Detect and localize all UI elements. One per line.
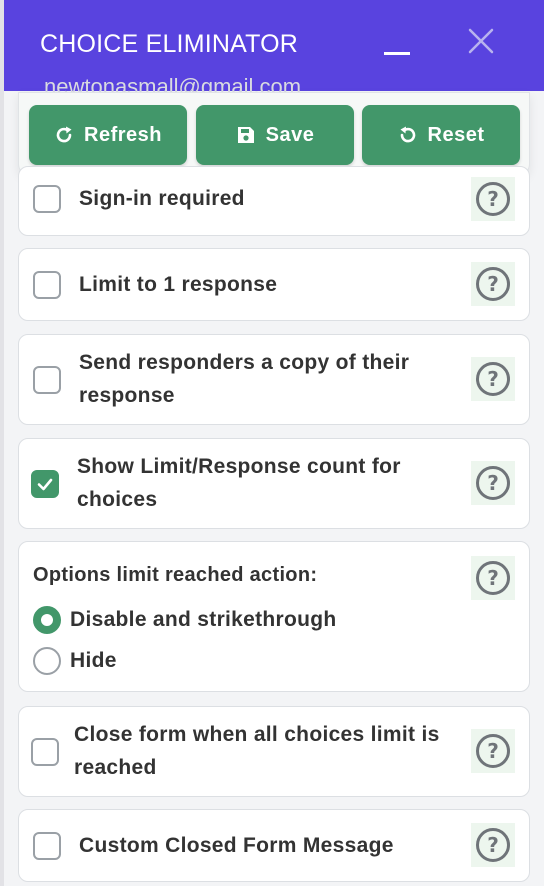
refresh-label: Refresh xyxy=(84,123,162,146)
help-circle-icon[interactable]: ? xyxy=(471,357,515,401)
show-count-checkbox[interactable] xyxy=(31,470,59,498)
help-circle-icon[interactable]: ? xyxy=(471,461,515,505)
close-icon[interactable] xyxy=(466,26,496,56)
refresh-icon xyxy=(56,126,72,143)
save-label: Save xyxy=(265,123,315,146)
setting-custom-closed-message: Custom Closed Form Message ? xyxy=(18,809,530,882)
setting-limit-one-response: Limit to 1 response ? xyxy=(18,248,530,321)
send-copy-checkbox[interactable] xyxy=(33,366,61,394)
limit-action-group: Options limit reached action: ? Disable … xyxy=(18,541,530,692)
setting-sign-in-required: Sign-in required ? xyxy=(18,166,530,236)
send-copy-label-line1: Send responders a copy of their xyxy=(79,351,410,374)
close-form-label-line2: reached xyxy=(74,756,157,779)
svg-text:?: ? xyxy=(487,272,499,296)
show-count-label-line1: Show Limit/Response count for xyxy=(77,455,401,478)
help-circle-icon[interactable]: ? xyxy=(471,177,515,221)
sign-in-label: Sign-in required xyxy=(79,187,245,210)
setting-close-form: Close form when all choices limit is rea… xyxy=(18,706,530,797)
reset-icon xyxy=(400,126,415,143)
custom-message-checkbox[interactable] xyxy=(33,832,61,860)
setting-send-copy: Send responders a copy of their response… xyxy=(18,334,530,425)
sign-in-checkbox[interactable] xyxy=(33,185,61,213)
svg-text:?: ? xyxy=(487,739,499,763)
minimize-icon[interactable] xyxy=(384,52,410,55)
close-form-checkbox[interactable] xyxy=(31,738,59,766)
help-circle-icon[interactable]: ? xyxy=(471,262,515,306)
refresh-button[interactable]: Refresh xyxy=(29,105,187,165)
extension-panel: CHOICE ELIMINATOR newtonasmall@gmail.com… xyxy=(4,0,544,886)
action-toolbar: Refresh Save Reset xyxy=(18,92,530,176)
svg-text:?: ? xyxy=(487,471,499,495)
svg-text:?: ? xyxy=(487,187,499,211)
svg-text:?: ? xyxy=(487,367,499,391)
help-circle-icon[interactable]: ? xyxy=(471,556,515,600)
radio-disable-label: Disable and strikethrough xyxy=(70,608,337,631)
svg-text:?: ? xyxy=(487,833,499,857)
save-icon xyxy=(237,127,254,143)
radio-hide[interactable] xyxy=(33,647,61,675)
show-count-label-line2: choices xyxy=(77,488,158,511)
custom-message-label: Custom Closed Form Message xyxy=(79,834,394,857)
limit-action-heading: Options limit reached action: xyxy=(33,564,318,586)
limit-one-checkbox[interactable] xyxy=(33,271,61,299)
svg-text:?: ? xyxy=(487,566,499,590)
panel-title: CHOICE ELIMINATOR xyxy=(40,30,299,58)
reset-button[interactable]: Reset xyxy=(362,105,520,165)
radio-disable-strikethrough[interactable] xyxy=(33,606,61,634)
save-button[interactable]: Save xyxy=(196,105,354,165)
send-copy-label-line2: response xyxy=(79,384,175,407)
limit-one-label: Limit to 1 response xyxy=(79,273,278,296)
radio-hide-label: Hide xyxy=(70,649,117,672)
help-circle-icon[interactable]: ? xyxy=(471,823,515,867)
setting-show-count: Show Limit/Response count for choices ? xyxy=(18,438,530,529)
help-circle-icon[interactable]: ? xyxy=(471,729,515,773)
reset-label: Reset xyxy=(427,123,485,146)
close-form-label-line1: Close form when all choices limit is xyxy=(74,723,440,746)
